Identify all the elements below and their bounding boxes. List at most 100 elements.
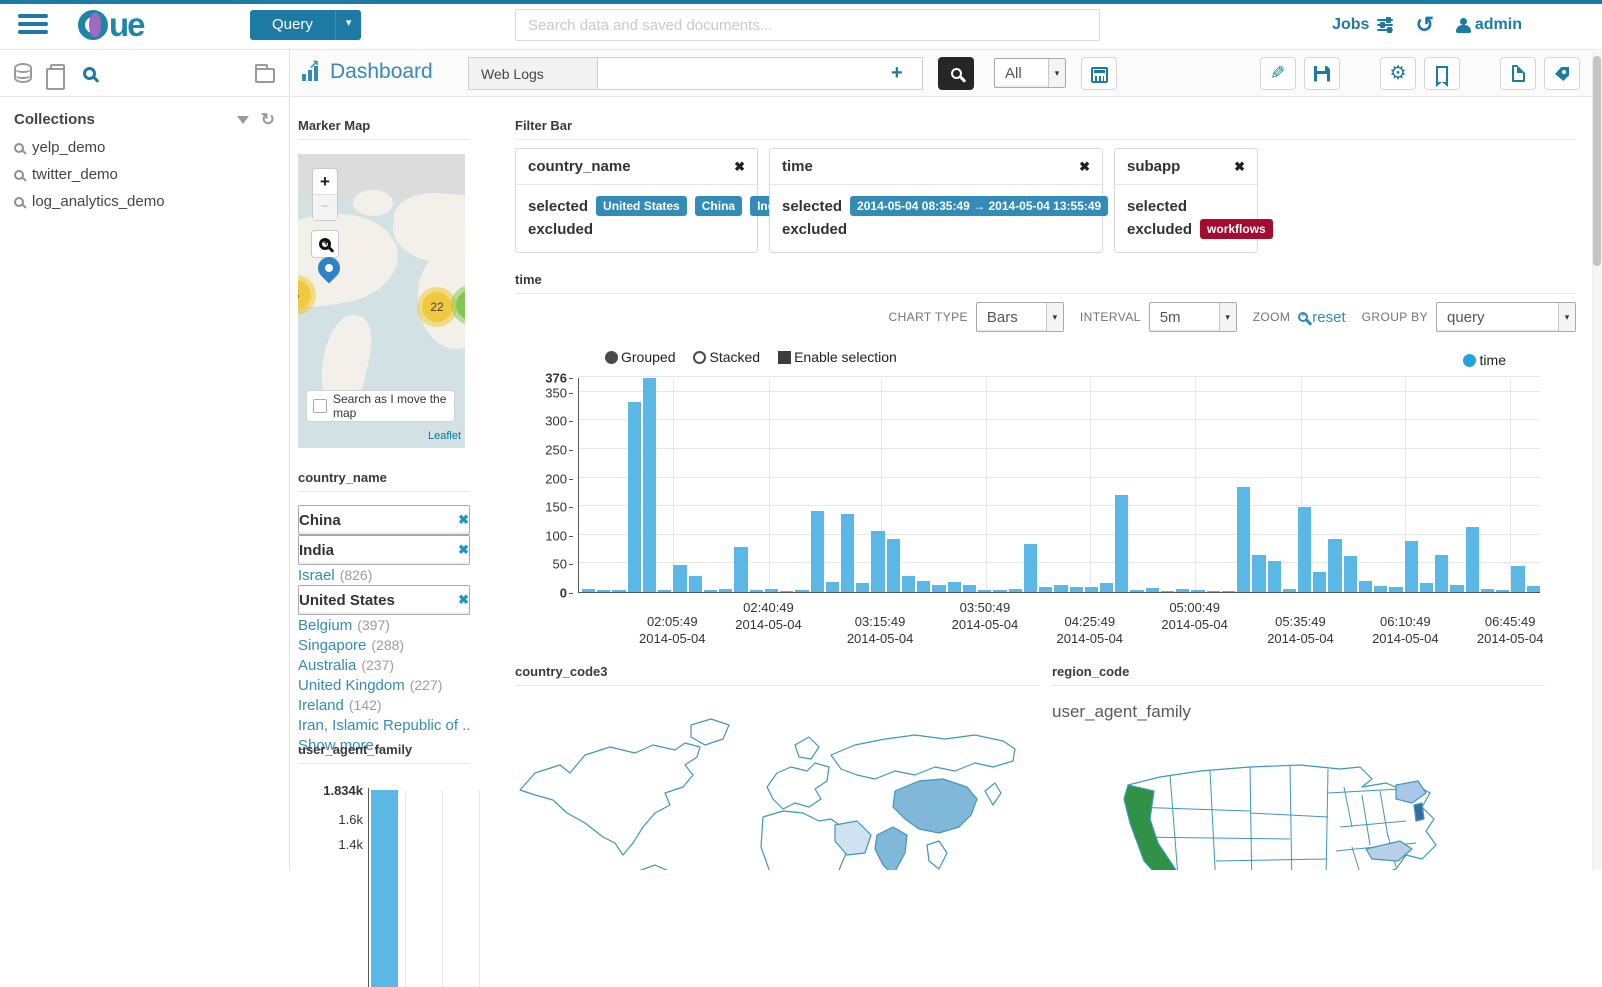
time-bar[interactable] [1420,583,1433,592]
series-legend[interactable]: time [1463,352,1506,368]
collection-item[interactable]: log_analytics_demo [0,188,289,215]
time-bar[interactable] [932,585,945,592]
refresh-icon[interactable]: ↻ [261,113,275,127]
time-bar[interactable] [1450,585,1463,592]
scope-select[interactable]: All▾ [994,58,1066,88]
query-caret-icon[interactable]: ▾ [335,10,362,40]
time-bar[interactable] [597,590,610,592]
new-document-button[interactable] [1500,57,1536,90]
time-bar[interactable] [1100,583,1113,592]
scrollbar-thumb[interactable] [1593,56,1601,266]
time-bar[interactable] [871,531,884,592]
query-button[interactable]: Query ▾ [250,10,361,40]
time-bar[interactable] [1085,587,1098,592]
time-bar[interactable] [917,581,930,592]
time-bar[interactable] [902,576,915,592]
save-button[interactable] [1304,57,1340,90]
time-chart-plot[interactable] [578,378,1540,593]
time-bar[interactable] [1039,587,1052,592]
filter-selected-badge[interactable]: 2014-05-04 08:35:49 → 2014-05-04 13:55:4… [850,196,1108,216]
facet-remove-icon[interactable]: ✖ [458,542,469,558]
filter-close-icon[interactable]: ✖ [1234,159,1245,175]
time-bar[interactable] [811,511,824,592]
map-magnify-button[interactable] [311,230,339,258]
time-bar[interactable] [1481,589,1494,592]
filter-excluded-badge[interactable]: workflows [1200,219,1273,239]
time-bar[interactable] [795,590,808,592]
filter-icon[interactable] [237,116,249,124]
time-bar[interactable] [1130,590,1143,592]
facet-remove-icon[interactable]: ✖ [458,512,469,528]
databases-tab-icon[interactable] [14,63,32,83]
facet-value-link[interactable]: Singapore [298,637,366,654]
group-by-select[interactable]: query▾ [1436,302,1576,332]
time-bar[interactable] [1252,555,1265,592]
interval-select[interactable]: 5m▾ [1149,302,1237,332]
time-bar[interactable] [841,514,854,592]
time-bar[interactable] [582,589,595,592]
facet-value-link[interactable]: Australia [298,657,356,674]
hue-logo[interactable]: ue [78,6,144,44]
facet-value-link[interactable]: India [299,542,334,559]
time-bar[interactable] [1237,487,1250,592]
folder-icon[interactable] [255,68,275,83]
time-bar[interactable] [1313,572,1326,592]
chart-type-select[interactable]: Bars▾ [976,302,1064,332]
time-bar[interactable] [826,582,839,592]
time-bar[interactable] [1511,566,1524,592]
map-zoom-control[interactable]: + − [312,168,338,221]
time-bar[interactable] [1389,587,1402,592]
filter-close-icon[interactable]: ✖ [1079,159,1090,175]
query-button-label[interactable]: Query [250,10,335,40]
time-bar[interactable] [1374,586,1387,592]
collection-name-box[interactable]: Web Logs [468,57,598,90]
world-map[interactable] [515,695,1020,870]
dashboard-search-button[interactable] [938,57,974,90]
time-bar[interactable] [993,590,1006,592]
time-bar[interactable] [704,590,717,592]
time-bar[interactable] [719,589,732,592]
facet-remove-icon[interactable]: ✖ [458,592,469,608]
time-bar[interactable] [689,576,702,593]
history-icon[interactable]: ↺ [1415,15,1433,35]
search-as-move-checkbox[interactable] [313,399,327,413]
map-zoom-out-button[interactable]: − [313,195,337,220]
documents-tab-icon[interactable] [50,64,65,82]
time-bar[interactable] [1527,586,1540,592]
time-bar[interactable] [643,378,656,592]
mini-bar[interactable] [371,790,398,987]
stacked-radio[interactable]: Stacked [693,349,760,365]
time-bar[interactable] [887,539,900,593]
time-bar[interactable] [1207,591,1220,592]
leaflet-attribution-link[interactable]: Leaflet [428,430,461,442]
facet-value-link[interactable]: Ireland [298,697,344,714]
time-bar[interactable] [1283,589,1296,592]
time-bar[interactable] [1466,527,1479,592]
facet-value-link[interactable]: China [299,512,341,529]
time-bar[interactable] [1328,539,1341,592]
tags-button[interactable] [1544,57,1580,90]
time-bar[interactable] [1161,591,1174,592]
hamburger-menu-icon[interactable] [18,14,48,36]
time-bar[interactable] [1024,544,1037,592]
time-bar[interactable] [948,582,961,592]
filter-selected-badge[interactable]: China [695,196,742,216]
settings-button[interactable]: ⚙ [1380,57,1416,90]
time-bar[interactable] [1405,541,1418,592]
facet-value-link[interactable]: United Kingdom [298,677,405,694]
time-bar[interactable] [1176,589,1189,592]
time-bar[interactable] [1054,585,1067,592]
vertical-scrollbar[interactable] [1592,51,1602,870]
map-zoom-in-button[interactable]: + [313,169,337,195]
time-bar[interactable] [673,565,686,592]
jobs-link[interactable]: Jobs [1332,16,1393,34]
edit-button[interactable]: ✎ [1260,57,1296,90]
marker-map[interactable]: + − 5 22 2 Search as I move the map Leaf… [298,154,465,448]
global-search-input[interactable] [515,9,1100,41]
time-bar[interactable] [1298,507,1311,592]
user-menu[interactable]: admin [1456,16,1522,34]
time-bar[interactable] [1496,590,1509,592]
time-bar[interactable] [1070,587,1083,592]
time-bar[interactable] [750,590,763,592]
time-bar[interactable] [765,589,778,592]
